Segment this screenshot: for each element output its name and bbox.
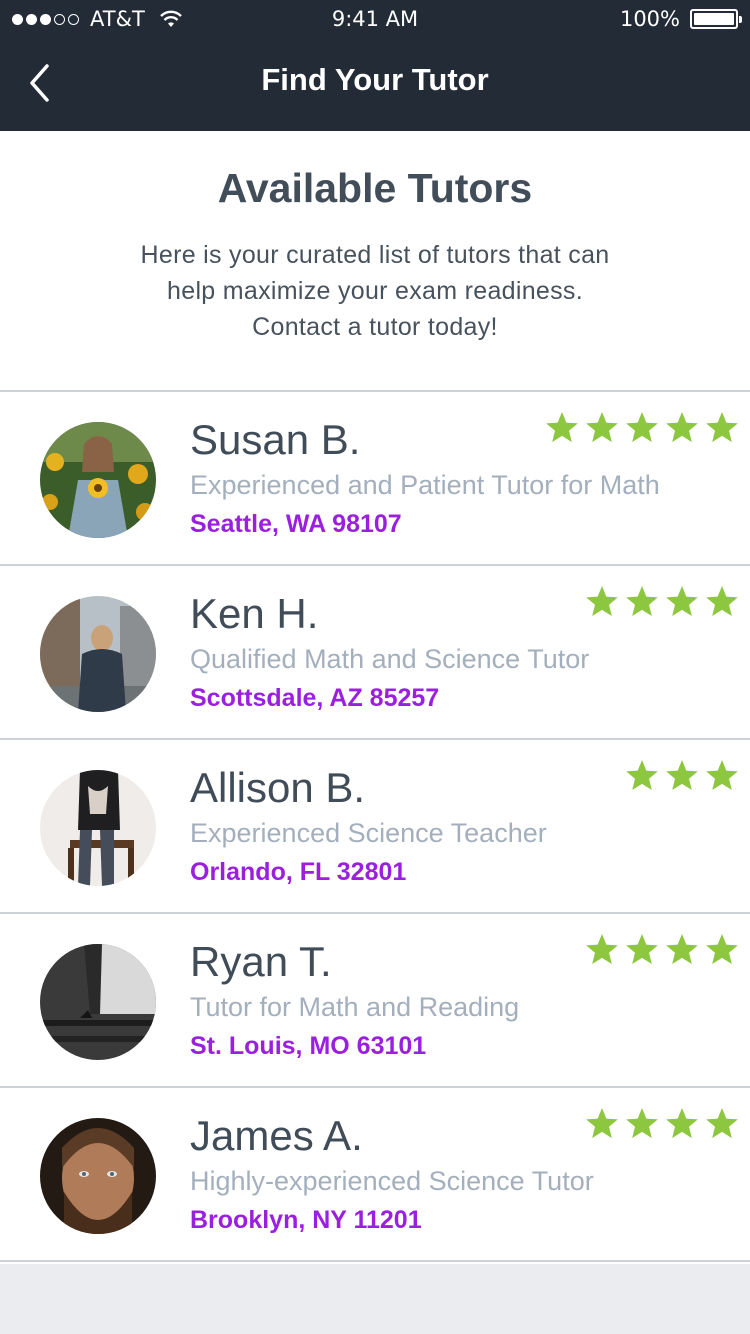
- section-heading: Available Tutors: [217, 165, 533, 211]
- intro-line: Here is your curated list of tutors that…: [140, 241, 610, 269]
- status-bar: AT&T 9:41 AM 100%: [0, 0, 750, 40]
- star-rating: [580, 932, 740, 968]
- star-icon: [704, 410, 740, 446]
- star-icon: [584, 932, 620, 968]
- star-rating: [620, 758, 740, 794]
- tutor-row[interactable]: Ken H. Qualified Math and Science Tutor …: [0, 566, 750, 740]
- status-right: 100%: [619, 7, 742, 31]
- star-icon: [544, 410, 580, 446]
- avatar: [40, 596, 156, 712]
- main-content: Available Tutors Here is your curated li…: [0, 131, 750, 1264]
- tutor-row[interactable]: James A. Highly-experienced Science Tuto…: [0, 1088, 750, 1262]
- tutor-row[interactable]: Ryan T. Tutor for Math and Reading St. L…: [0, 914, 750, 1088]
- tutor-tagline: Qualified Math and Science Tutor: [190, 644, 590, 674]
- top-bar: AT&T 9:41 AM 100% Find Your Tutor: [0, 0, 750, 131]
- intro-line: Contact a tutor today!: [252, 313, 498, 341]
- tutor-row[interactable]: Susan B. Experienced and Patient Tutor f…: [0, 392, 750, 566]
- tutor-location: Scottsdale, AZ 85257: [190, 684, 440, 712]
- star-icon: [664, 584, 700, 620]
- star-icon: [664, 932, 700, 968]
- tutor-row[interactable]: Allison B. Experienced Science Teacher O…: [0, 740, 750, 914]
- star-rating: [580, 1106, 740, 1142]
- avatar: [40, 1118, 156, 1234]
- intro-section: Available Tutors Here is your curated li…: [0, 131, 750, 392]
- tutor-photo-james: [40, 1118, 156, 1234]
- tutor-photo-ken: [40, 596, 156, 712]
- star-icon: [624, 584, 660, 620]
- page-title: Find Your Tutor: [261, 62, 489, 97]
- tutor-tagline: Highly-experienced Science Tutor: [190, 1166, 594, 1196]
- battery-icon: [690, 9, 742, 29]
- star-rating: [540, 410, 740, 446]
- tutor-location: St. Louis, MO 63101: [190, 1032, 427, 1060]
- tutor-photo-ryan: [40, 944, 156, 1060]
- tutor-tagline: Tutor for Math and Reading: [190, 992, 520, 1022]
- tutor-name: Susan B.: [190, 416, 361, 463]
- battery-fill: [694, 13, 734, 25]
- tutor-name: Ken H.: [190, 590, 319, 637]
- tutor-list: Susan B. Experienced and Patient Tutor f…: [0, 392, 750, 1262]
- tutor-location: Orlando, FL 32801: [190, 858, 407, 886]
- star-icon: [704, 584, 740, 620]
- star-icon: [624, 932, 660, 968]
- star-icon: [664, 410, 700, 446]
- battery-cap: [739, 16, 742, 23]
- star-icon: [704, 932, 740, 968]
- star-icon: [704, 758, 740, 794]
- tutor-location: Seattle, WA 98107: [190, 510, 402, 538]
- avatar: [40, 770, 156, 886]
- star-icon: [584, 410, 620, 446]
- tutor-photo-susan: [40, 422, 156, 538]
- star-icon: [584, 1106, 620, 1142]
- avatar: [40, 944, 156, 1060]
- intro-description: Here is your curated list of tutors that…: [75, 237, 675, 345]
- star-rating: [580, 584, 740, 620]
- footer-area: [0, 1264, 750, 1334]
- battery-percent: 100%: [619, 7, 680, 31]
- tutor-photo-allison: [40, 770, 156, 886]
- tutor-tagline: Experienced Science Teacher: [190, 818, 547, 848]
- tutor-name: James A.: [190, 1112, 363, 1159]
- intro-line: help maximize your exam readiness.: [167, 277, 583, 305]
- star-icon: [624, 758, 660, 794]
- star-icon: [704, 1106, 740, 1142]
- tutor-name: Ryan T.: [190, 938, 332, 985]
- tutor-name: Allison B.: [190, 764, 366, 811]
- avatar: [40, 422, 156, 538]
- star-icon: [624, 1106, 660, 1142]
- star-icon: [584, 584, 620, 620]
- star-icon: [624, 410, 660, 446]
- star-icon: [664, 1106, 700, 1142]
- star-icon: [664, 758, 700, 794]
- tutor-tagline: Experienced and Patient Tutor for Math: [190, 470, 660, 500]
- nav-bar: Find Your Tutor: [0, 40, 750, 131]
- tutor-location: Brooklyn, NY 11201: [190, 1206, 422, 1234]
